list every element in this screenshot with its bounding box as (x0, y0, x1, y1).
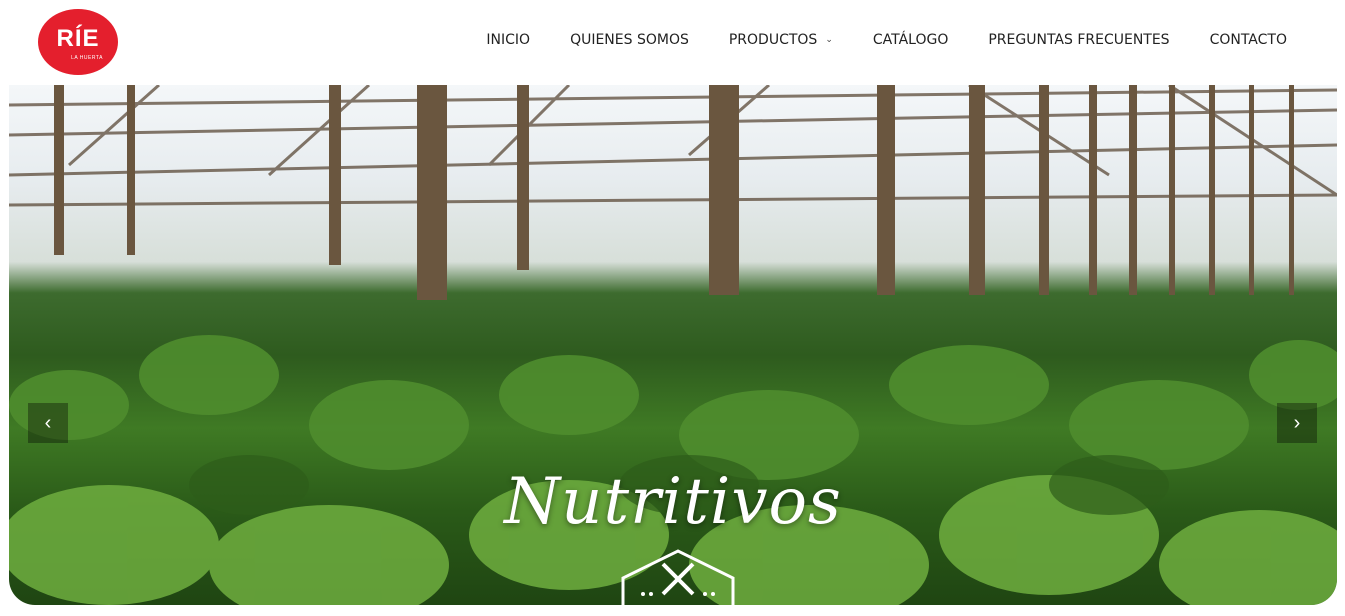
logo-subtext: LA HUERTA (71, 55, 103, 61)
site-header: RÍE LA HUERTA INICIO QUIENES SOMOS PRODU… (0, 0, 1345, 85)
hero-slider: Nutritivos (9, 85, 1337, 605)
logo-text: RÍE (56, 25, 100, 52)
brand-logo[interactable]: RÍE LA HUERTA (38, 9, 118, 75)
nav-item-quienes-somos[interactable]: QUIENES SOMOS (570, 32, 689, 48)
greenhouse-structure-image (9, 85, 1337, 300)
nav-item-catalogo[interactable]: CATÁLOGO (873, 32, 949, 48)
chevron-right-icon[interactable]: › (1277, 403, 1317, 443)
hero-title: Nutritivos (504, 465, 842, 539)
nav-label: QUIENES SOMOS (570, 32, 689, 48)
nav-item-inicio[interactable]: INICIO (486, 32, 530, 48)
nav-item-contacto[interactable]: CONTACTO (1210, 32, 1287, 48)
nav-label: PREGUNTAS FRECUENTES (988, 32, 1170, 48)
main-nav: INICIO QUIENES SOMOS PRODUCTOS ⌄ CATÁLOGO… (486, 32, 1287, 48)
nav-item-productos[interactable]: PRODUCTOS ⌄ (729, 32, 833, 48)
greenhouse-tools-icon (621, 549, 735, 610)
nav-label: CATÁLOGO (872, 32, 949, 48)
nav-label: INICIO (486, 32, 531, 48)
nav-label: PRODUCTOS (728, 32, 818, 48)
nav-label: CONTACTO (1209, 32, 1287, 48)
chevron-left-icon[interactable]: ‹ (28, 403, 68, 443)
chevron-down-icon: ⌄ (825, 35, 833, 45)
nav-item-preguntas-frecuentes[interactable]: PREGUNTAS FRECUENTES (988, 32, 1169, 48)
